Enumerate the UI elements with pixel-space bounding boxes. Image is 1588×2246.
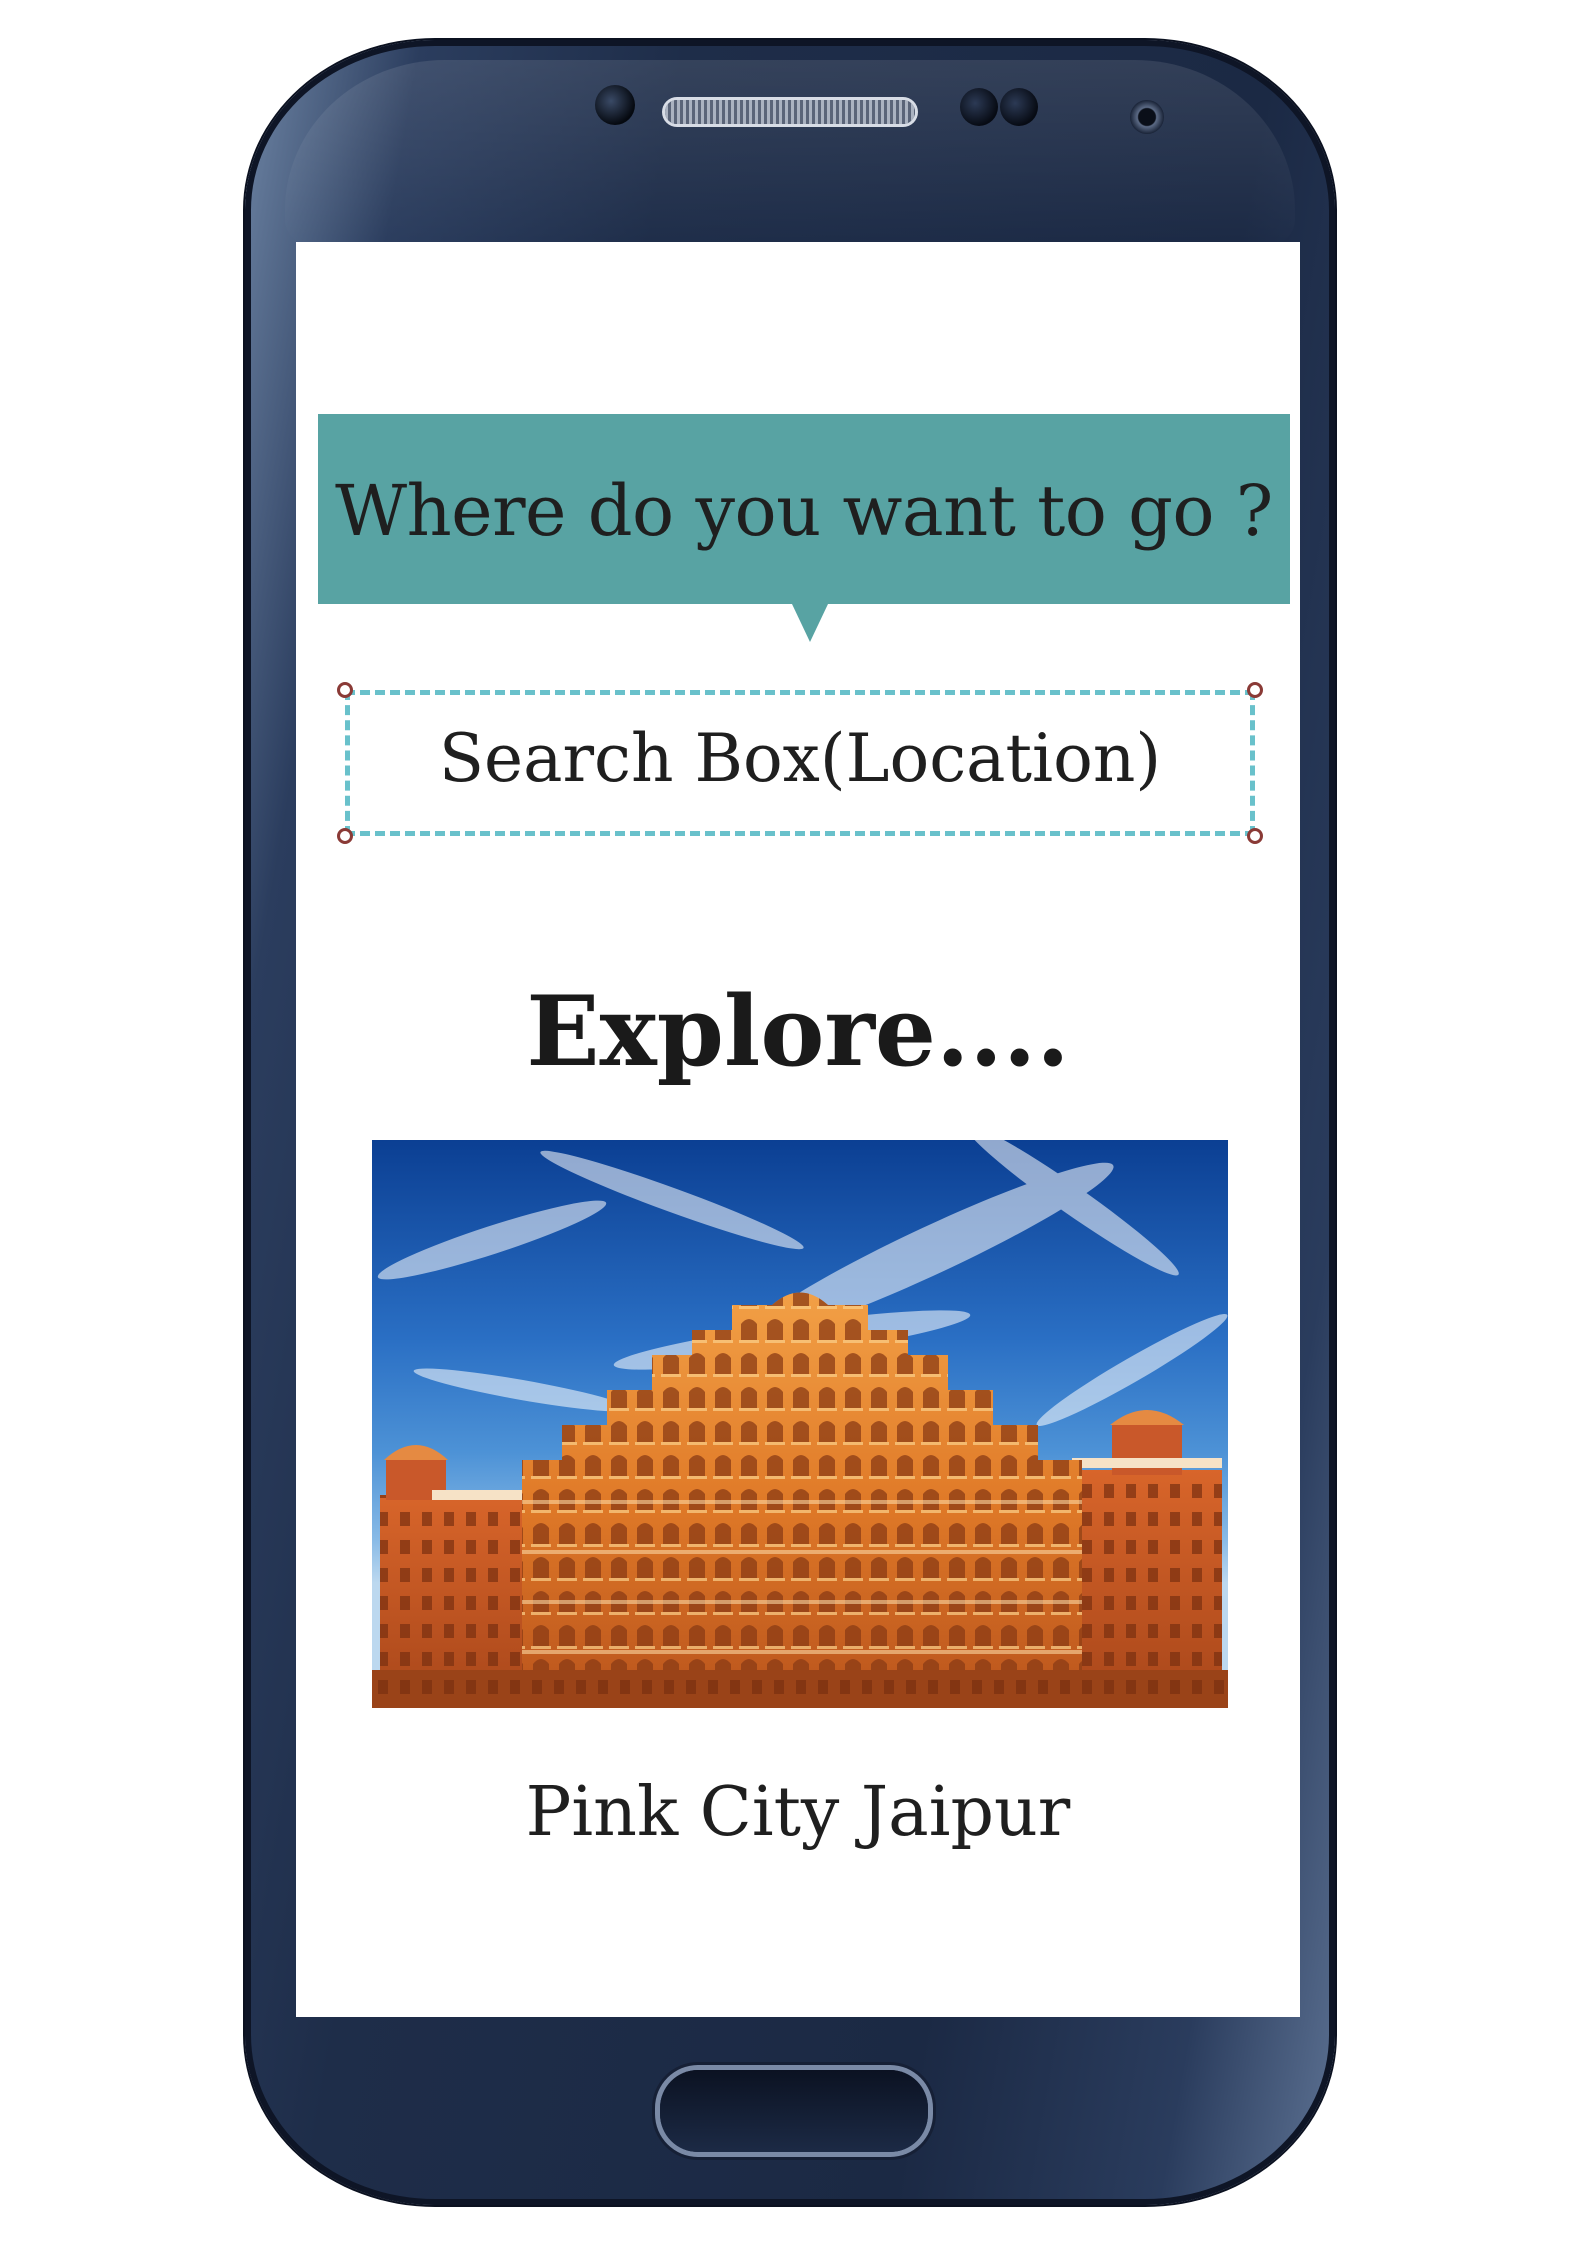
resize-handle-top-left[interactable] (337, 682, 353, 698)
front-camera-icon (595, 85, 635, 125)
palace-photo[interactable] (372, 1140, 1228, 1708)
phone-sheen (285, 60, 1295, 250)
earpiece-speaker (665, 100, 915, 124)
proximity-sensor-icon (960, 88, 998, 126)
search-input-label: Search Box(Location) (438, 720, 1162, 797)
light-sensor-icon (1000, 88, 1038, 126)
home-button[interactable] (660, 2070, 928, 2152)
question-text: Where do you want to go ? (335, 470, 1273, 552)
secondary-camera-icon (1130, 100, 1164, 134)
palace-illustration (372, 1140, 1228, 1708)
banner-pointer (792, 604, 828, 642)
resize-handle-bottom-right[interactable] (1247, 828, 1263, 844)
destination-caption: Pink City Jaipur (525, 1773, 1071, 1852)
resize-handle-bottom-left[interactable] (337, 828, 353, 844)
resize-handle-top-right[interactable] (1247, 682, 1263, 698)
explore-heading: Explore.... (526, 975, 1070, 1088)
